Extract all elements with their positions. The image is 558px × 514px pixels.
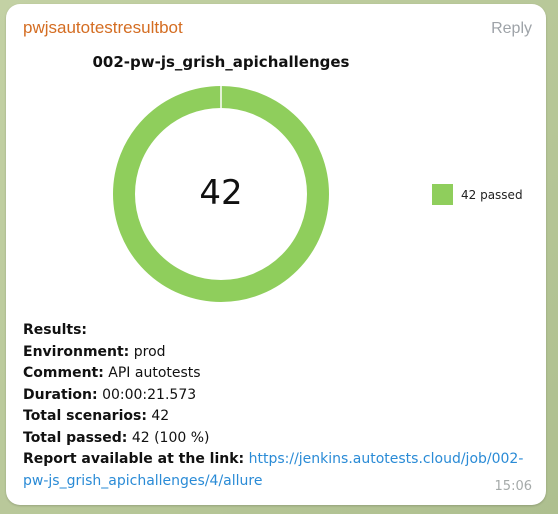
legend-label-passed: 42 passed	[461, 187, 523, 202]
comment-line: Comment: API autotests	[23, 365, 201, 381]
duration-line: Duration: 00:00:21.573	[23, 386, 197, 403]
message-time: 15:06	[494, 479, 532, 494]
message-bubble: pwjsautotestresultbot Reply 002-pw-js_gr…	[6, 4, 546, 505]
report-line: Report available at the link: https://je…	[23, 451, 524, 489]
environment-line: Environment: prod	[23, 343, 166, 360]
donut-center-label: 42	[199, 173, 242, 213]
results-heading: Results:	[23, 322, 87, 338]
legend-swatch-passed	[432, 184, 453, 205]
total-passed-line: Total passed: 42 (100 %)	[23, 429, 210, 446]
donut-chart: 42	[113, 86, 329, 302]
total-scenarios-line: Total scenarios: 42	[23, 408, 170, 424]
results-text: Results: Environment: prod Comment: API …	[23, 320, 533, 492]
chart-legend: 42 passed	[432, 184, 523, 205]
